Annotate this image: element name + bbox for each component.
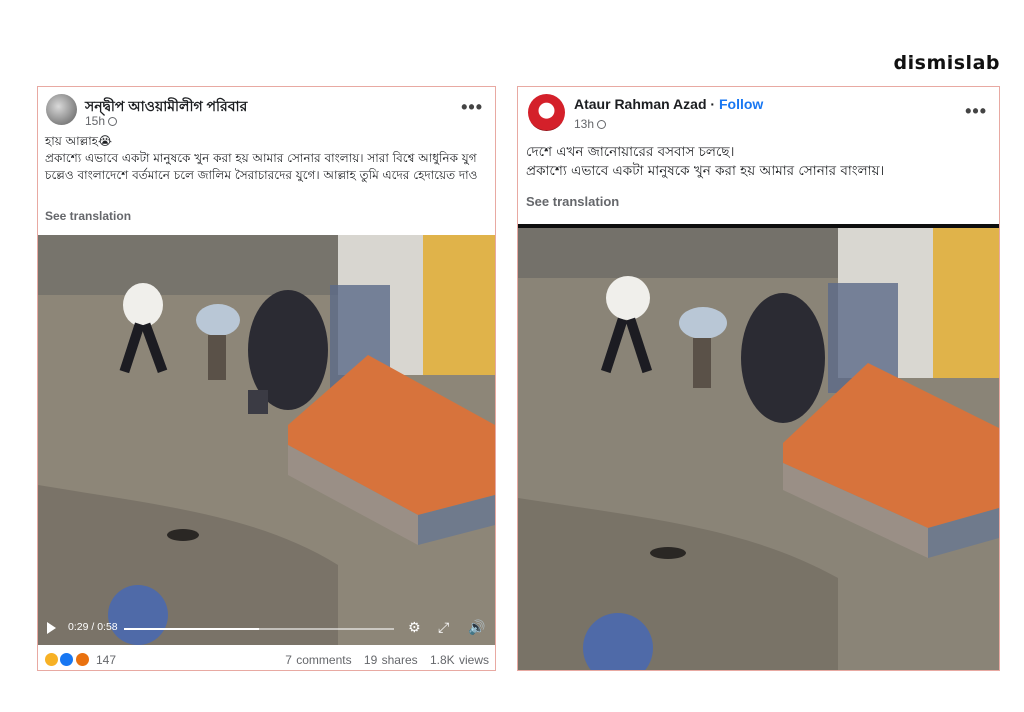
globe-icon: [597, 120, 607, 130]
video-progress-fill: [124, 628, 259, 630]
volume-icon[interactable]: 🔊: [468, 619, 485, 636]
time-label: 15h: [85, 114, 106, 128]
video-frame: [38, 235, 495, 645]
play-icon[interactable]: [47, 622, 56, 634]
reaction-count[interactable]: 147: [96, 653, 116, 667]
video-player[interactable]: 0:29 / 0:58 ⚙ ⤢ 🔊: [38, 235, 495, 645]
post-time[interactable]: 13h: [574, 117, 607, 131]
fullscreen-icon[interactable]: ⤢: [438, 619, 449, 636]
see-translation-link[interactable]: See translation: [45, 209, 131, 223]
author-line: Ataur Rahman Azad · Follow: [574, 96, 763, 112]
avatar[interactable]: [528, 94, 565, 131]
avatar[interactable]: [46, 94, 77, 125]
shares-count[interactable]: 19 shares: [364, 653, 418, 667]
reactions[interactable]: [44, 652, 90, 668]
dismislab-logo: dismislab: [893, 52, 1000, 74]
post-line-1: হায় আল্লাহ😭: [45, 134, 113, 148]
like-icon: [59, 652, 75, 668]
video-controls: 0:29 / 0:58 ⚙ ⤢ 🔊: [38, 611, 495, 645]
facebook-post-left: সন্দ্বীপ আওয়ামীলীগ পরিবার 15h ••• হায় …: [37, 86, 496, 671]
post-text: হায় আল্লাহ😭 প্রকাশ্যে এভাবে একটা মানুষক…: [45, 133, 485, 184]
globe-icon: [108, 117, 118, 127]
angry-icon: [74, 652, 90, 668]
post-body: প্রকাশ্যে এভাবে একটা মানুষকে খুন করা হয়…: [45, 151, 478, 182]
gear-icon[interactable]: ⚙: [408, 619, 421, 636]
comments-count[interactable]: 7 comments: [285, 653, 351, 667]
post-line-1: দেশে এখন জানোয়ারের বসবাস চলছে।: [526, 144, 735, 160]
more-options-icon[interactable]: •••: [965, 101, 987, 122]
more-options-icon[interactable]: •••: [461, 97, 483, 118]
video-player[interactable]: [518, 224, 999, 670]
see-translation-link[interactable]: See translation: [526, 194, 619, 209]
video-frame: [518, 228, 999, 670]
post-text: দেশে এখন জানোয়ারের বসবাস চলছে। প্রকাশ্য…: [526, 143, 996, 181]
facebook-post-right: Ataur Rahman Azad · Follow 13h ••• দেশে …: [517, 86, 1000, 671]
post-stats: 7 comments 19 shares 1.8K views: [277, 653, 489, 667]
post-footer: 147 7 comments 19 shares 1.8K views: [38, 650, 495, 670]
post-time[interactable]: 15h: [85, 114, 118, 128]
video-progress-bar[interactable]: [124, 628, 394, 630]
follow-button[interactable]: Follow: [719, 96, 763, 112]
author-name[interactable]: Ataur Rahman Azad: [574, 96, 707, 112]
haha-icon: [44, 652, 59, 668]
views-count: 1.8K views: [429, 653, 489, 667]
time-label: 13h: [574, 117, 595, 131]
separator: ·: [706, 96, 719, 112]
video-time: 0:29 / 0:58: [68, 621, 118, 633]
post-line-2: প্রকাশ্যে এভাবে একটা মানুষকে খুন করা হয়…: [526, 163, 885, 179]
